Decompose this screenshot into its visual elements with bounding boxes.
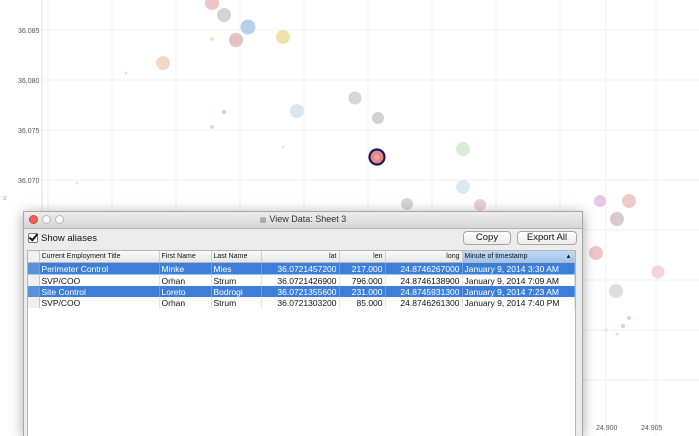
window-title-bar[interactable]: ▦ View Data: Sheet 3	[24, 212, 582, 229]
cell-timestamp[interactable]: January 9, 2014 7:40 PM	[462, 297, 575, 308]
scatter-point	[456, 180, 470, 194]
column-header[interactable]: Last Name	[211, 251, 262, 263]
cell-last-name[interactable]: Strum	[211, 274, 262, 286]
y-axis-glyph: ιu	[2, 196, 8, 200]
y-tick-label: 36.070	[18, 178, 40, 185]
grid-icon: ▦	[259, 217, 267, 224]
cell-long[interactable]: 24.8746267000	[385, 262, 463, 275]
cell-title[interactable]: Perimeter Control	[39, 262, 160, 275]
scatter-point	[156, 56, 170, 70]
copy-button[interactable]: Copy	[463, 231, 511, 245]
scatter-point	[372, 112, 384, 124]
cell-first-name[interactable]: Orhan	[159, 274, 212, 286]
y-tick-label: 36.075	[18, 128, 40, 135]
scatter-point	[615, 332, 619, 336]
scatter-point	[594, 195, 606, 207]
cell-title[interactable]: SVP/COO	[39, 274, 160, 286]
cell-last-name[interactable]: Mies	[211, 262, 262, 275]
row-header-corner	[28, 251, 40, 263]
row-header[interactable]	[28, 297, 40, 308]
view-data-window[interactable]: ▦ View Data: Sheet 3 Show aliases Copy Ex…	[23, 211, 583, 436]
cell-title[interactable]: Site Control	[39, 286, 160, 297]
table-row[interactable]: Site Control Loreto Bodrogi 36.072135560…	[28, 286, 575, 297]
scatter-point	[651, 265, 665, 279]
column-header[interactable]: First Name	[159, 251, 212, 263]
cell-first-name[interactable]: Minke	[159, 262, 212, 275]
x-tick-label: 24.900	[596, 425, 618, 432]
data-table-container[interactable]: Current Employment Title First Name Last…	[27, 250, 576, 436]
column-header[interactable]: Current Employment Title	[39, 251, 160, 263]
cell-first-name[interactable]: Orhan	[159, 297, 212, 308]
x-tick-label: 24.905	[641, 425, 663, 432]
row-header[interactable]	[28, 262, 40, 275]
scatter-point	[456, 142, 470, 156]
column-header-label: Minute of timestamp	[464, 253, 528, 260]
scatter-point	[474, 199, 486, 211]
table-row[interactable]: SVP/COO Orhan Strum 36.0721426900 796.00…	[28, 274, 575, 286]
cell-timestamp[interactable]: January 9, 2014 3:30 AM	[462, 262, 575, 275]
cell-lat[interactable]: 36.0721355600	[261, 286, 340, 297]
scatter-point	[627, 316, 631, 320]
cell-last-name[interactable]: Bodrogi	[211, 286, 262, 297]
scatter-point	[210, 37, 214, 41]
cell-len[interactable]: 796.000	[339, 274, 386, 286]
scatter-point	[276, 30, 290, 44]
scatter-point	[622, 194, 636, 208]
scatter-point	[609, 284, 623, 298]
cell-len[interactable]: 85.000	[339, 297, 386, 308]
cell-timestamp[interactable]: January 9, 2014 7:23 AM	[462, 286, 575, 297]
cell-long[interactable]: 24.8746138900	[385, 274, 463, 286]
scatter-point	[222, 110, 226, 114]
scatter-point	[589, 246, 603, 260]
scatter-point	[205, 0, 219, 10]
scatter-point	[348, 91, 362, 105]
scatter-point	[604, 328, 608, 332]
table-row[interactable]: SVP/COO Orhan Strum 36.0721303200 85.000…	[28, 297, 575, 308]
row-header[interactable]	[28, 286, 40, 297]
scatter-point	[124, 71, 128, 75]
cell-lat[interactable]: 36.0721303200	[261, 297, 340, 308]
show-aliases-label: Show aliases	[41, 232, 97, 244]
scatter-point	[229, 33, 243, 47]
column-header[interactable]: len	[339, 251, 386, 263]
column-header-sorted[interactable]: Minute of timestamp ▲	[462, 251, 575, 263]
table-header-row: Current Employment Title First Name Last…	[28, 251, 575, 263]
show-aliases-checkbox[interactable]	[28, 233, 38, 243]
scatter-point	[610, 212, 624, 226]
scatter-point	[621, 324, 625, 328]
table-row[interactable]: Perimeter Control Minke Mies 36.07214572…	[28, 262, 575, 275]
scatter-point	[240, 19, 256, 35]
cell-first-name[interactable]: Loreto	[159, 286, 212, 297]
column-header[interactable]: long	[385, 251, 463, 263]
cell-lat[interactable]: 36.0721457200	[261, 262, 340, 275]
column-header[interactable]: lat	[261, 251, 340, 263]
show-aliases-control[interactable]: Show aliases	[28, 231, 97, 245]
cell-len[interactable]: 217.000	[339, 262, 386, 275]
scatter-point	[281, 145, 285, 149]
cell-long[interactable]: 24.8746261300	[385, 297, 463, 308]
scatter-point	[210, 125, 214, 129]
cell-len[interactable]: 231.000	[339, 286, 386, 297]
cell-lat[interactable]: 36.0721426900	[261, 274, 340, 286]
data-table: Current Employment Title First Name Last…	[28, 251, 575, 308]
y-tick-label: 36.080	[18, 78, 40, 85]
row-header[interactable]	[28, 274, 40, 286]
window-title: ▦ View Data: Sheet 3	[24, 214, 582, 224]
window-title-text: View Data: Sheet 3	[269, 214, 347, 224]
cell-timestamp[interactable]: January 9, 2014 7:09 AM	[462, 274, 575, 286]
y-tick-label: 36.085	[18, 28, 40, 35]
cell-title[interactable]: SVP/COO	[39, 297, 160, 308]
scatter-point	[401, 198, 413, 210]
highlighted-point[interactable]	[368, 148, 386, 166]
scatter-point	[217, 8, 231, 22]
scatter-point	[75, 181, 79, 185]
cell-long[interactable]: 24.8745931300	[385, 286, 463, 297]
scatter-point	[290, 104, 304, 118]
sort-ascending-icon: ▲	[565, 254, 572, 260]
cell-last-name[interactable]: Strum	[211, 297, 262, 308]
export-all-button[interactable]: Export All	[517, 231, 577, 245]
